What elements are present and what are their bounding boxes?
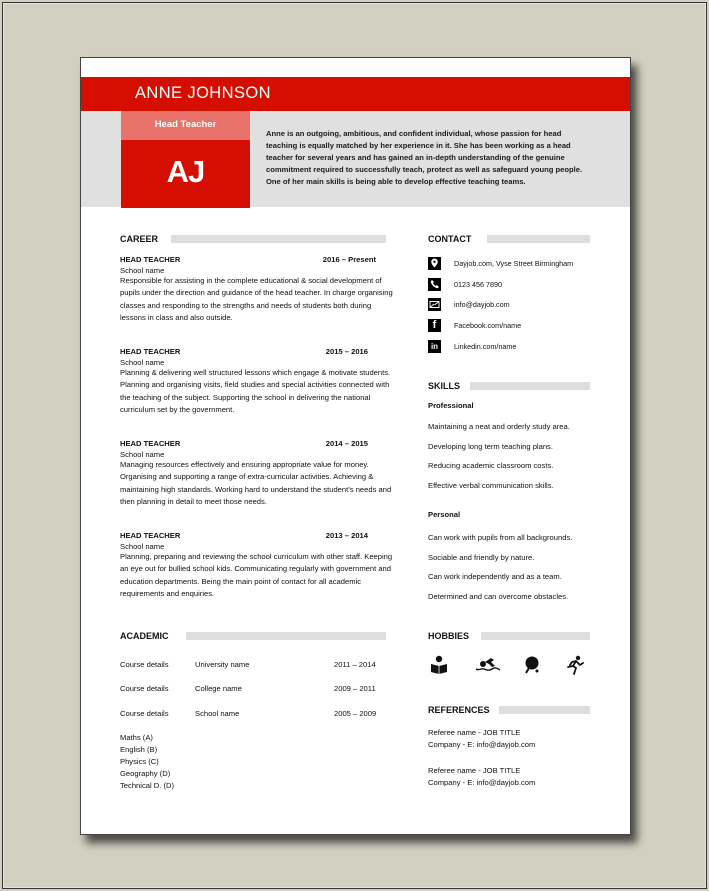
academic-dates: 2005 – 2009 <box>334 709 377 718</box>
table-tennis-icon <box>525 656 539 674</box>
email-icon <box>428 297 441 311</box>
job-title: HEAD TEACHER <box>120 347 181 356</box>
job-title: HEAD TEACHER <box>120 439 181 448</box>
profile-summary: Anne is an outgoing, ambitious, and conf… <box>266 129 583 186</box>
academic-institution: School name <box>195 709 240 718</box>
grade-item: Geography (D) <box>120 769 171 778</box>
skill-item: Determined and can overcome obstacles. <box>428 592 569 601</box>
grade-item: Physics (C) <box>120 757 159 766</box>
skills-professional-label: Professional <box>428 401 474 410</box>
skill-item: Reducing academic classroom costs. <box>428 461 554 470</box>
reference-contact: Company - E: info@dayjob.com <box>428 740 536 749</box>
contact-heading-bar <box>487 235 590 243</box>
references-heading-bar <box>499 706 590 714</box>
facebook-icon: f <box>428 318 441 332</box>
job-description: Planning, preparing and reviewing the sc… <box>120 552 393 598</box>
contact-text: info@dayjob.com <box>454 299 510 309</box>
job-school: School name <box>120 450 165 459</box>
phone-icon <box>428 277 441 291</box>
contact-email: info@dayjob.com <box>428 297 510 311</box>
role-title: Head Teacher <box>154 119 217 130</box>
skill-item: Effective verbal communication skills. <box>428 481 554 490</box>
job-description: Planning & delivering well structured le… <box>120 368 391 414</box>
skill-item: Maintaining a neat and orderly study are… <box>428 422 570 431</box>
academic-dates: 2009 – 2011 <box>334 684 376 693</box>
job-description: Managing resources effectively and ensur… <box>120 460 392 506</box>
career-entry: HEAD TEACHER 2015 – 2016 School name Plan… <box>120 346 390 416</box>
job-school: School name <box>120 358 165 367</box>
contact-linkedin: in Linkedin.com/name <box>428 339 516 353</box>
skills-heading: SKILLS <box>428 381 461 391</box>
academic-institution: College name <box>195 684 242 693</box>
job-school: School name <box>120 542 165 551</box>
job-dates: 2016 – Present <box>322 255 376 264</box>
swimming-icon <box>475 658 501 671</box>
job-description: Responsible for assisting in the complet… <box>120 276 393 322</box>
career-entry: HEAD TEACHER 2013 – 2014 School name Plan… <box>120 530 392 600</box>
contact-phone: 0123 456 7890 <box>428 277 502 291</box>
contact-text: Facebook.com/name <box>454 320 522 330</box>
contact-facebook: f Facebook.com/name <box>428 318 521 332</box>
candidate-name: ANNE JOHNSON <box>135 84 271 102</box>
initials: AJ <box>166 154 206 189</box>
contact-text: Linkedin.com/name <box>454 341 517 351</box>
reading-icon <box>431 655 447 674</box>
job-school: School name <box>120 266 165 275</box>
role-badge: Head Teacher <box>121 111 250 140</box>
contact-text: 0123 456 7890 <box>454 279 502 289</box>
academic-heading: ACADEMIC <box>120 631 169 641</box>
job-title: HEAD TEACHER <box>120 255 181 264</box>
job-title: HEAD TEACHER <box>120 531 181 540</box>
skills-heading-bar <box>470 382 590 390</box>
skill-item: Can work with pupils from all background… <box>428 533 573 542</box>
grade-item: Technical D. (D) <box>120 781 175 790</box>
contact-text: Dayjob.com, Vyse Street Birmingham <box>454 258 574 268</box>
career-heading: CAREER <box>120 234 159 244</box>
running-icon <box>567 655 584 675</box>
location-pin-icon <box>428 256 441 270</box>
academic-course: Course details <box>120 709 169 718</box>
reference-name: Referee name - JOB TITLE <box>428 766 521 775</box>
linkedin-icon: in <box>428 339 441 353</box>
academic-course: Course details <box>120 684 169 693</box>
skill-item: Sociable and friendly by nature. <box>428 553 535 562</box>
references-heading: REFERENCES <box>428 705 490 715</box>
skills-personal-label: Personal <box>428 510 461 519</box>
job-dates: 2013 – 2014 <box>325 531 368 540</box>
skill-item: Developing long term teaching plans. <box>428 442 553 451</box>
hobbies-heading: HOBBIES <box>428 631 470 641</box>
resume-page: ANNE JOHNSON Head Teacher AJ Anne is an … <box>80 57 631 835</box>
career-heading-bar <box>171 235 386 243</box>
career-entry: HEAD TEACHER 2016 – Present School name R… <box>120 254 393 324</box>
academic-course: Course details <box>120 660 169 669</box>
job-dates: 2014 – 2015 <box>325 439 368 448</box>
initials-badge: AJ <box>121 140 250 208</box>
reference-contact: Company - E: info@dayjob.com <box>428 778 536 787</box>
reference-name: Referee name - JOB TITLE <box>428 728 521 737</box>
contact-heading: CONTACT <box>428 234 472 244</box>
academic-dates: 2011 – 2014 <box>334 660 376 669</box>
contact-address: Dayjob.com, Vyse Street Birmingham <box>428 256 573 270</box>
grade-item: English (B) <box>120 745 158 754</box>
grade-item: Maths (A) <box>120 733 153 742</box>
skill-item: Can work independently and as a team. <box>428 572 562 581</box>
job-dates: 2015 – 2016 <box>325 347 368 356</box>
career-entry: HEAD TEACHER 2014 – 2015 School name Mana… <box>120 438 391 508</box>
academic-heading-bar <box>186 632 386 640</box>
academic-institution: University name <box>195 660 250 669</box>
name-banner: ANNE JOHNSON <box>81 77 630 111</box>
hobbies-heading-bar <box>481 632 590 640</box>
